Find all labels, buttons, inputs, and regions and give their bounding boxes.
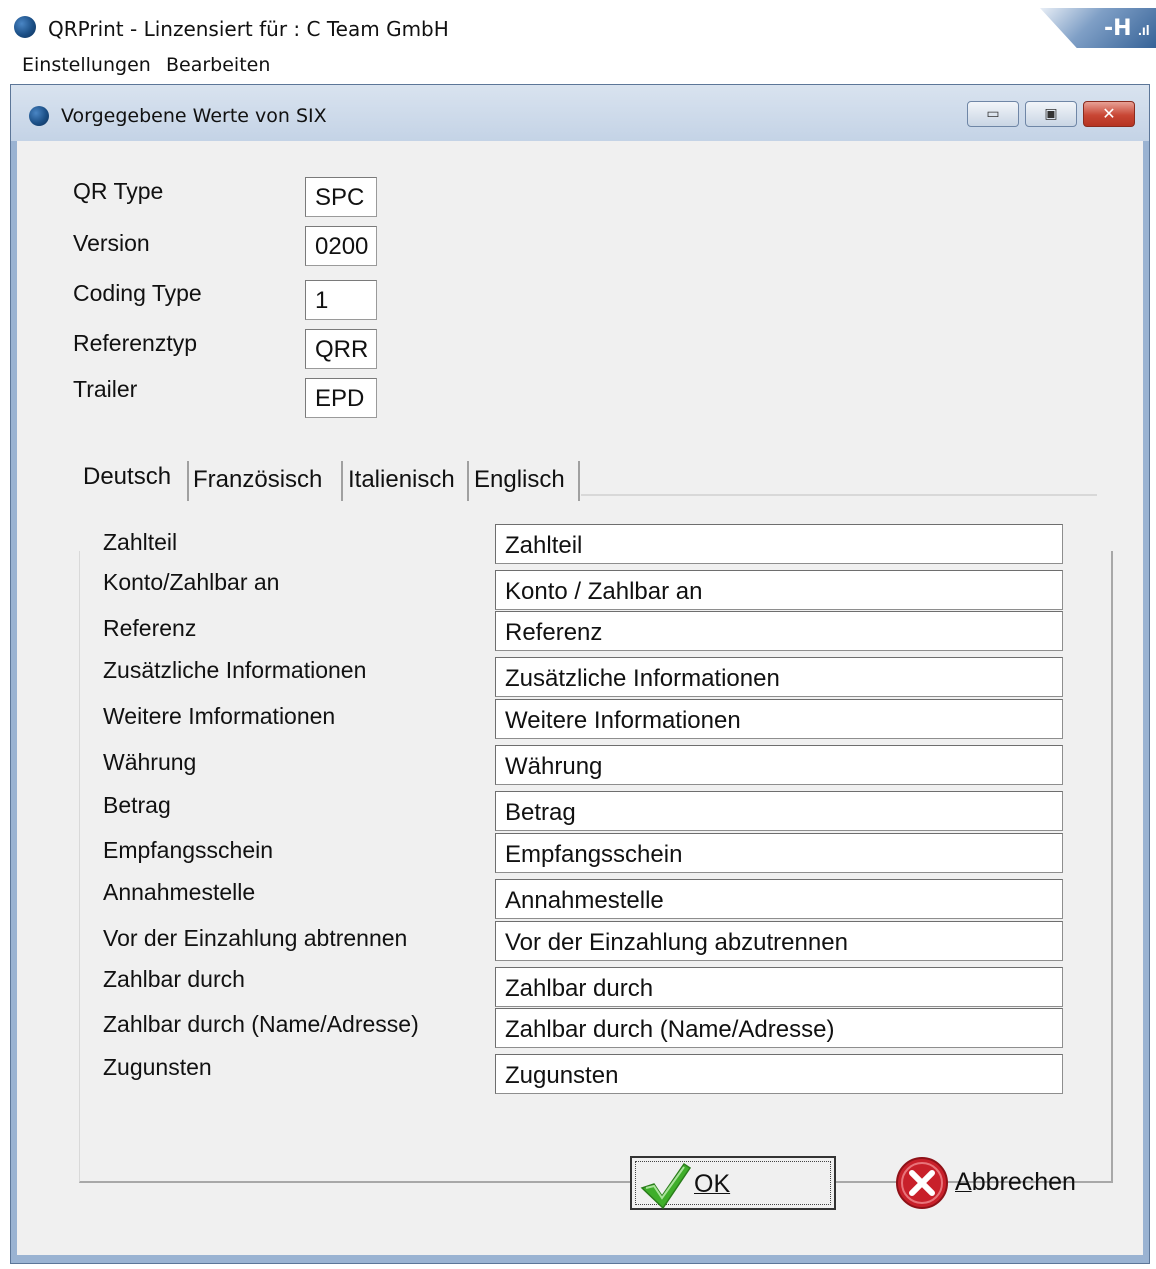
dialog-title: Vorgegebene Werte von SIX [61,105,327,127]
row-label-vor-der-einzahlung: Vor der Einzahlung abtrennen [103,925,408,951]
version-label: Version [73,230,150,256]
row-input-waehrung[interactable]: Währung [495,745,1063,785]
dialog-logo-icon [29,106,49,126]
row-label-zusaetzliche-informationen: Zusätzliche Informationen [103,657,367,683]
dialog-window: Vorgegebene Werte von SIX ▭ ▣ ✕ QR Type … [10,84,1150,1264]
row-label-referenz: Referenz [103,615,197,641]
row-input-zahlbar-durch[interactable]: Zahlbar durch [495,967,1063,1007]
ok-label: OK [694,1170,731,1198]
minimize-icon: ▭ [986,105,1000,121]
row-input-zugunsten[interactable]: Zugunsten [495,1054,1063,1094]
row-input-betrag[interactable]: Betrag [495,791,1063,831]
row-label-empfangsschein: Empfangsschein [103,837,274,863]
coding-type-field[interactable]: 1 [305,280,377,320]
check-icon [640,1162,692,1210]
cancel-label-rest: bbrechen [971,1168,1076,1196]
row-input-zahlteil[interactable]: Zahlteil [495,524,1063,564]
trailer-label: Trailer [73,376,138,402]
menu-einstellungen[interactable]: Einstellungen [22,54,151,76]
referenztyp-label: Referenztyp [73,330,198,356]
row-input-vor-der-einzahlung[interactable]: Vor der Einzahlung abzutrennen [495,921,1063,961]
menu-bearbeiten[interactable]: Bearbeiten [166,54,270,76]
tab-divider [578,461,580,501]
minimize-button[interactable]: ▭ [967,101,1019,127]
row-input-zahlbar-durch-name-adresse[interactable]: Zahlbar durch (Name/Adresse) [495,1008,1063,1048]
cancel-label: Abbrechen [955,1168,1076,1197]
tab-italienisch[interactable]: Italienisch [348,458,455,500]
app-title: QRPrint - Linzensiert für : C Team GmbH [48,17,449,41]
tab-englisch[interactable]: Englisch [474,458,565,500]
tab-divider [467,461,469,501]
tab-franzoesisch[interactable]: Französisch [193,458,322,500]
row-label-weitere-informationen: Weitere Imformationen [103,703,336,729]
trailer-field[interactable]: EPD [305,378,377,418]
signal-bars-icon: .ıl [1138,22,1150,38]
row-input-empfangsschein[interactable]: Empfangsschein [495,833,1063,873]
app-titlebar: QRPrint - Linzensiert für : C Team GmbH … [0,0,1156,56]
qr-type-field[interactable]: SPC [305,177,377,217]
dialog-client-area: QR Type SPC Version 0200 Coding Type 1 R… [17,141,1143,1255]
row-input-annahmestelle[interactable]: Annahmestelle [495,879,1063,919]
ok-button[interactable]: OK [630,1156,836,1210]
coding-type-label: Coding Type [73,280,202,306]
cancel-mnemonic: A [955,1168,972,1196]
row-label-zahlbar-durch: Zahlbar durch [103,966,245,992]
row-input-konto[interactable]: Konto / Zahlbar an [495,570,1063,610]
tab-divider [341,461,343,501]
row-label-konto: Konto/Zahlbar an [103,569,280,595]
tab-panel-top-border [581,494,1097,496]
row-input-weitere-informationen[interactable]: Weitere Informationen [495,699,1063,739]
pin-icon: -H [1104,16,1132,41]
cancel-button[interactable]: Abbrechen [895,1156,1091,1210]
qr-type-label: QR Type [73,178,164,204]
row-label-waehrung: Währung [103,749,197,775]
version-field[interactable]: 0200 [305,226,377,266]
menu-bar: Einstellungen Bearbeiten [0,48,1156,84]
row-label-betrag: Betrag [103,792,171,818]
referenztyp-field[interactable]: QRR [305,329,377,369]
maximize-button[interactable]: ▣ [1025,101,1077,127]
x-circle-icon [896,1157,948,1209]
close-icon: ✕ [1102,106,1116,123]
row-label-zahlteil: Zahlteil [103,529,178,555]
app-logo-icon [14,16,36,38]
row-input-referenz[interactable]: Referenz [495,611,1063,651]
row-label-zugunsten: Zugunsten [103,1054,212,1080]
row-label-annahmestelle: Annahmestelle [103,879,256,905]
tab-divider [187,461,189,501]
row-label-zahlbar-durch-name-adresse: Zahlbar durch (Name/Adresse) [103,1011,419,1037]
close-button[interactable]: ✕ [1083,101,1135,127]
tab-deutsch[interactable]: Deutsch [83,455,171,497]
row-input-zusaetzliche-informationen[interactable]: Zusätzliche Informationen [495,657,1063,697]
dialog-titlebar[interactable]: Vorgegebene Werte von SIX ▭ ▣ ✕ [11,85,1149,141]
maximize-icon: ▣ [1044,105,1058,121]
